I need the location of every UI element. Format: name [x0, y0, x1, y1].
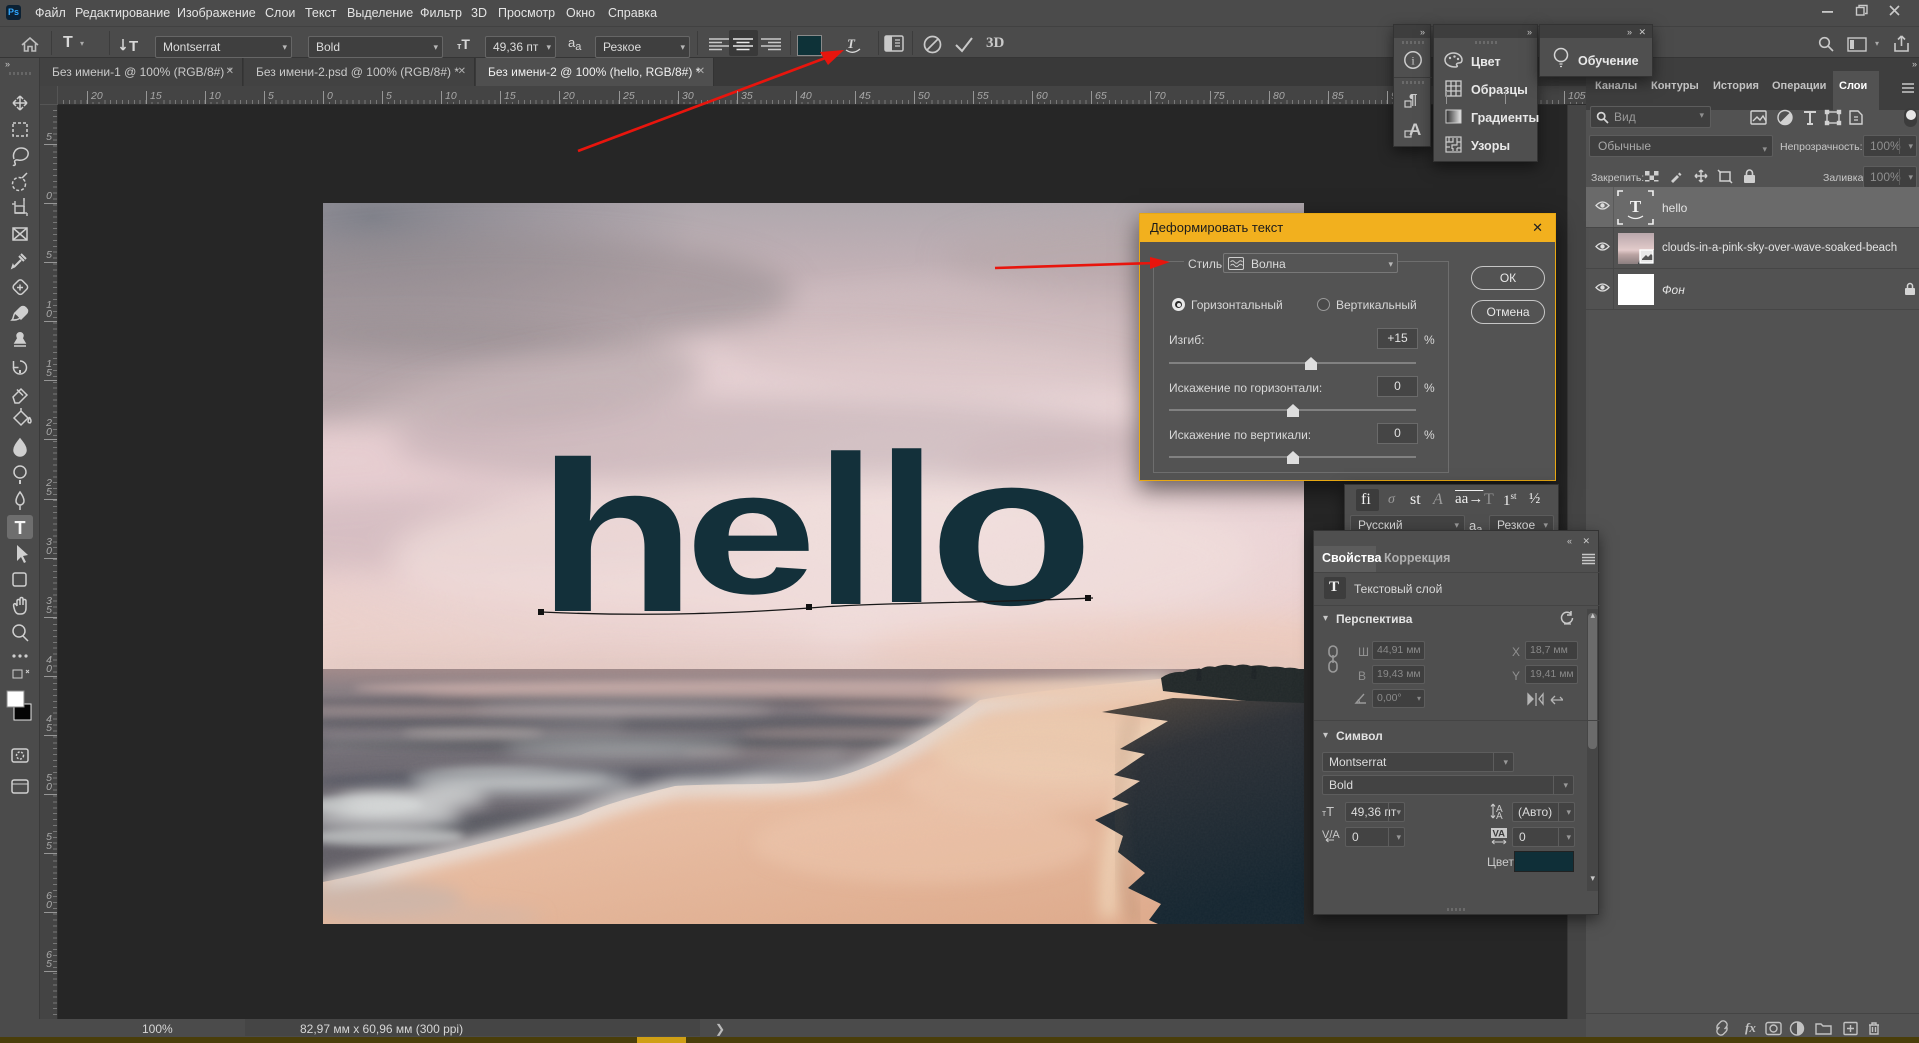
svg-text:T: T	[15, 518, 26, 538]
svg-text:fx: fx	[1745, 1020, 1756, 1035]
svg-text:T: T	[1630, 197, 1642, 216]
svg-text:V/A: V/A	[1322, 829, 1340, 841]
svg-text:VA: VA	[1493, 829, 1506, 840]
svg-text:l: l	[877, 411, 937, 648]
svg-text:T: T	[847, 36, 856, 51]
svg-text:¶: ¶	[1409, 91, 1417, 108]
svg-text:l: l	[816, 413, 876, 650]
svg-text:A: A	[1496, 811, 1503, 820]
svg-text:o: o	[929, 409, 1094, 650]
svg-text:h: h	[537, 417, 697, 656]
svg-text:T: T	[129, 38, 138, 53]
svg-text:i: i	[1411, 54, 1415, 68]
svg-text:e: e	[685, 434, 817, 631]
